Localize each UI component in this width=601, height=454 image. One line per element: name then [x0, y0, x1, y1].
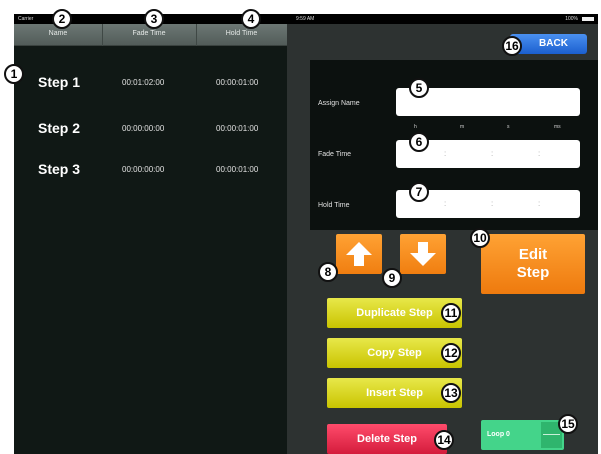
callout-marker: 9 [382, 268, 402, 288]
time-separator: : [538, 199, 541, 208]
status-bar: Carrier 9:59 AM 100% [14, 14, 598, 24]
callout-marker: 2 [52, 9, 72, 29]
time-separator: : [444, 199, 447, 208]
step-name: Step 3 [38, 161, 81, 177]
callout-marker: 6 [409, 132, 429, 152]
callout-marker: 7 [409, 182, 429, 202]
edit-step-label-line2: Step [516, 264, 550, 281]
step-hold-time: 00:00:01:00 [216, 78, 259, 87]
arrow-up-icon [346, 242, 372, 266]
step-fade-time: 00:00:00:00 [122, 124, 165, 133]
carrier-label: Carrier [18, 16, 34, 22]
callout-marker: 5 [409, 78, 429, 98]
app-screen: Carrier 9:59 AM 100% Name Fade Time Hold… [14, 14, 598, 454]
step-hold-time: 00:00:01:00 [216, 124, 259, 133]
time-separator: : [538, 149, 541, 158]
step-name: Step 1 [38, 74, 81, 90]
step-fade-time: 00:00:00:00 [122, 165, 165, 174]
time-separator: : [491, 149, 494, 158]
callout-marker: 11 [441, 303, 461, 323]
step-fade-time: 00:01:02:00 [122, 78, 165, 87]
edit-step-label-line1: Edit [518, 246, 548, 263]
callout-marker: 1 [4, 64, 24, 84]
column-header-name[interactable]: Name [14, 30, 102, 37]
callout-marker: 10 [470, 228, 490, 248]
move-down-button[interactable] [400, 234, 446, 274]
column-header-hold-time[interactable]: Hold Time [196, 30, 287, 37]
fade-time-label: Fade Time [318, 151, 352, 158]
unit-seconds-label: s [507, 124, 510, 130]
column-header-fade-time[interactable]: Fade Time [102, 30, 196, 37]
callout-marker: 4 [241, 9, 261, 29]
status-time: 9:59 AM [296, 16, 315, 22]
callout-marker: 3 [144, 9, 164, 29]
battery-percent: 100% [565, 16, 578, 22]
arrow-down-icon [410, 242, 436, 266]
battery-icon [582, 17, 594, 21]
loop-count-label: Loop 0 [487, 431, 510, 438]
step-hold-time: 00:00:01:00 [216, 165, 259, 174]
loop-control: Loop 0 [481, 420, 564, 450]
step-form-panel: Assign Name h m s ms Fade Time : : : Hol… [310, 60, 598, 230]
table-row[interactable]: Step 2 00:00:00:00 00:00:01:00 [14, 110, 287, 148]
callout-marker: 8 [318, 262, 338, 282]
unit-milliseconds-label: ms [554, 124, 561, 130]
move-up-button[interactable] [336, 234, 382, 274]
table-row[interactable]: Step 3 00:00:00:00 00:00:01:00 [14, 151, 287, 189]
time-separator: : [491, 199, 494, 208]
unit-hours-label: h [414, 124, 417, 130]
callout-marker: 14 [434, 430, 454, 450]
callout-marker: 16 [502, 36, 522, 56]
hold-time-label: Hold Time [318, 202, 350, 209]
delete-step-button[interactable]: Delete Step [327, 424, 447, 454]
callout-marker: 13 [441, 383, 461, 403]
edit-step-button[interactable]: Edit Step [481, 234, 585, 294]
callout-marker: 12 [441, 343, 461, 363]
time-separator: : [444, 149, 447, 158]
unit-minutes-label: m [460, 124, 465, 130]
assign-name-label: Assign Name [318, 100, 360, 107]
callout-marker: 15 [558, 414, 578, 434]
table-row[interactable]: Step 1 00:01:02:00 00:00:01:00 [14, 64, 287, 102]
stepper-divider [543, 434, 560, 435]
step-name: Step 2 [38, 120, 81, 136]
step-list: Name Fade Time Hold Time Step 1 00:01:02… [14, 24, 287, 454]
